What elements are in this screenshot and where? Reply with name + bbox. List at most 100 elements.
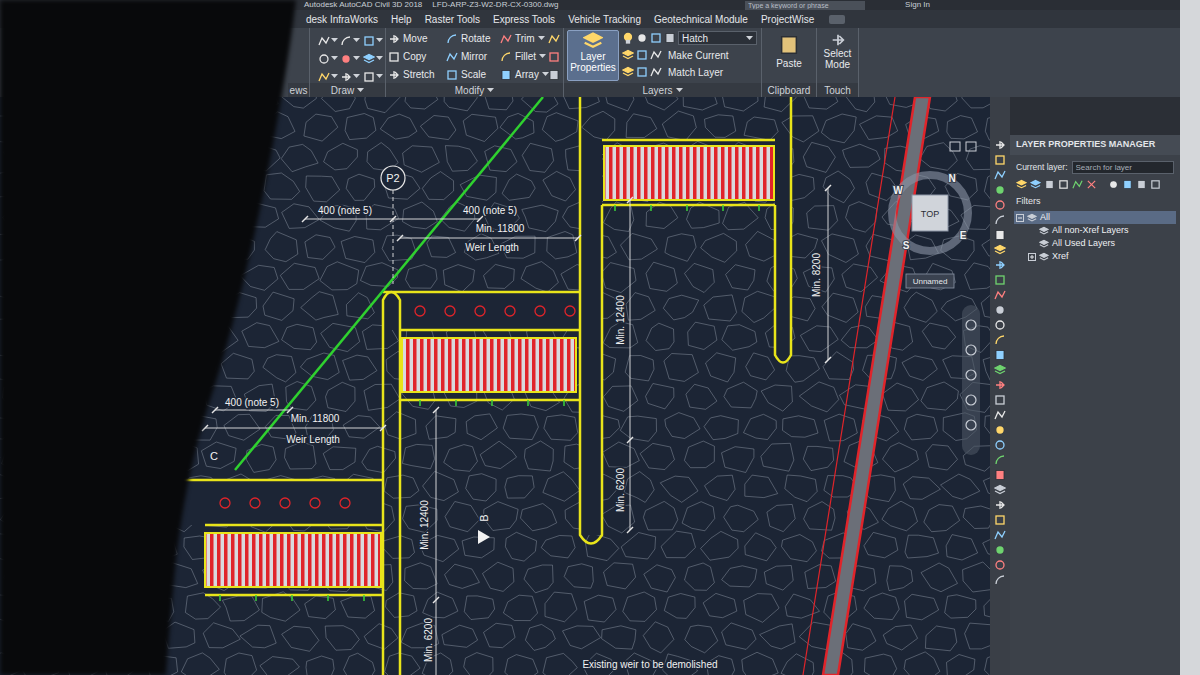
expand-icon[interactable] xyxy=(1028,253,1036,261)
palette-tool-button[interactable] xyxy=(993,139,1007,151)
ucs-menu[interactable] xyxy=(906,274,954,288)
palette-tool-button[interactable] xyxy=(993,424,1007,436)
palette-tool-button[interactable] xyxy=(993,469,1007,481)
ribbon-tab[interactable]: Raster Tools xyxy=(423,12,482,27)
layer-tool-button[interactable] xyxy=(1122,179,1133,190)
compass-direction[interactable]: N xyxy=(948,173,955,184)
palette-tool-button[interactable] xyxy=(993,484,1007,496)
modify-extra-button[interactable] xyxy=(548,31,562,46)
ribbon-options-icon[interactable] xyxy=(829,15,845,24)
draw-tool-button[interactable] xyxy=(363,34,377,47)
ribbon-tab[interactable]: ProjectWise xyxy=(759,12,816,27)
modify-tool-button[interactable]: Trim xyxy=(500,31,548,46)
filter-tree-item[interactable]: All non-Xref Layers xyxy=(1014,224,1176,237)
ribbon-tab[interactable]: Vehicle Tracking xyxy=(566,12,643,27)
layer-tool-button[interactable] xyxy=(1136,179,1147,190)
modify-tool-button[interactable]: Copy xyxy=(388,49,446,64)
ribbon-tab[interactable]: desk InfraWorks xyxy=(304,12,380,27)
palette-tool-button[interactable] xyxy=(993,394,1007,406)
palette-tool-button[interactable] xyxy=(993,379,1007,391)
modify-extra-button[interactable] xyxy=(548,67,562,82)
palette-tool-button[interactable] xyxy=(993,364,1007,376)
layer-tool-button[interactable] xyxy=(1150,179,1161,190)
palette-tool-button[interactable] xyxy=(993,199,1007,211)
layer-tool-button[interactable] xyxy=(1016,179,1027,190)
layer-tool-button[interactable] xyxy=(1030,179,1041,190)
layer-tool-button[interactable] xyxy=(1058,179,1069,190)
viewport-control-icon[interactable] xyxy=(966,142,976,151)
select-mode-button[interactable]: Select Mode xyxy=(817,28,858,83)
palette-tool-button[interactable] xyxy=(993,319,1007,331)
modify-tool-button[interactable]: Mirror xyxy=(446,49,500,64)
palette-tool-button[interactable] xyxy=(993,439,1007,451)
navigation-bar[interactable] xyxy=(962,305,980,455)
viewcube-face[interactable]: TOP xyxy=(921,209,939,219)
paste-button[interactable]: Paste xyxy=(762,28,816,83)
sign-in-link[interactable]: Sign In xyxy=(905,0,930,10)
panel-title[interactable]: ews xyxy=(288,83,309,97)
palette-tool-button[interactable] xyxy=(993,184,1007,196)
layer-search-field[interactable] xyxy=(1072,161,1175,174)
filter-tree-item[interactable]: Xref xyxy=(1014,250,1176,263)
draw-tool-button[interactable] xyxy=(318,52,332,65)
ribbon-tab[interactable]: Geotechnical Module xyxy=(652,12,750,27)
modify-tool-button[interactable]: Stretch xyxy=(388,67,446,82)
panel-title[interactable]: Touch xyxy=(817,83,858,97)
draw-tool-button[interactable] xyxy=(363,70,377,83)
draw-tool-button[interactable] xyxy=(340,70,354,83)
palette-tool-button[interactable] xyxy=(993,274,1007,286)
palette-tool-button[interactable] xyxy=(993,499,1007,511)
filter-tree-item[interactable]: All Used Layers xyxy=(1014,237,1176,250)
layer-action-button[interactable]: Make Current xyxy=(668,48,729,63)
palette-tool-button[interactable] xyxy=(993,304,1007,316)
help-search-field[interactable] xyxy=(745,1,865,10)
layer-tool-button[interactable] xyxy=(1044,179,1055,190)
draw-tool-button[interactable] xyxy=(363,52,377,65)
palette-tool-button[interactable] xyxy=(993,169,1007,181)
draw-tool-button[interactable] xyxy=(340,52,354,65)
palette-tool-button[interactable] xyxy=(993,214,1007,226)
modify-tool-button[interactable]: Rotate xyxy=(446,31,500,46)
palette-tool-button[interactable] xyxy=(993,514,1007,526)
palette-tool-button[interactable] xyxy=(993,454,1007,466)
compass-direction[interactable]: W xyxy=(893,185,903,196)
palette-tool-button[interactable] xyxy=(993,154,1007,166)
palette-tool-button[interactable] xyxy=(993,334,1007,346)
layer-dropdown[interactable]: Hatch xyxy=(678,31,757,45)
modify-tool-button[interactable]: Scale xyxy=(446,67,500,82)
compass-direction[interactable]: S xyxy=(903,240,910,251)
modify-tool-button[interactable]: Move xyxy=(388,31,446,46)
layer-tool-button[interactable] xyxy=(1072,179,1083,190)
collapse-icon[interactable] xyxy=(1016,214,1024,222)
ribbon-tab[interactable]: Help xyxy=(389,12,414,27)
ucs-label[interactable]: Unnamed xyxy=(913,277,948,286)
palette-tool-button[interactable] xyxy=(993,544,1007,556)
modify-tool-button[interactable]: Array xyxy=(500,67,548,82)
filter-tree-item[interactable]: All xyxy=(1014,211,1176,224)
panel-title[interactable]: Clipboard xyxy=(762,83,816,97)
layer-action-button[interactable]: Match Layer xyxy=(668,65,723,80)
modify-tool-button[interactable]: Fillet xyxy=(500,49,548,64)
draw-tool-button[interactable] xyxy=(340,34,354,47)
layer-tool-button[interactable] xyxy=(1108,179,1119,190)
palette-tool-button[interactable] xyxy=(993,244,1007,256)
palette-tool-button[interactable] xyxy=(993,349,1007,361)
viewport-control-icon[interactable] xyxy=(950,142,960,151)
layer-tool-button[interactable] xyxy=(1086,179,1097,190)
palette-tool-button[interactable] xyxy=(993,229,1007,241)
palette-tool-button[interactable] xyxy=(993,529,1007,541)
palette-tool-button[interactable] xyxy=(993,289,1007,301)
draw-tool-button[interactable] xyxy=(318,34,332,47)
compass-direction[interactable]: E xyxy=(960,230,967,241)
draw-tool-button[interactable] xyxy=(318,70,332,83)
modify-extra-button[interactable] xyxy=(548,49,562,64)
palette-tool-button[interactable] xyxy=(993,409,1007,421)
drawing-canvas[interactable]: P2400 (note 5)400 (note 5)Min. 11800Weir… xyxy=(0,97,990,675)
panel-title[interactable]: Layers xyxy=(564,83,761,97)
layer-properties-button[interactable]: Layer Properties xyxy=(567,30,619,81)
palette-tool-button[interactable] xyxy=(993,259,1007,271)
panel-title[interactable]: Draw xyxy=(310,83,385,97)
ribbon-tab[interactable]: Express Tools xyxy=(491,12,557,27)
palette-tool-button[interactable] xyxy=(993,574,1007,586)
viewcube[interactable]: TOP N E S W xyxy=(892,173,968,251)
